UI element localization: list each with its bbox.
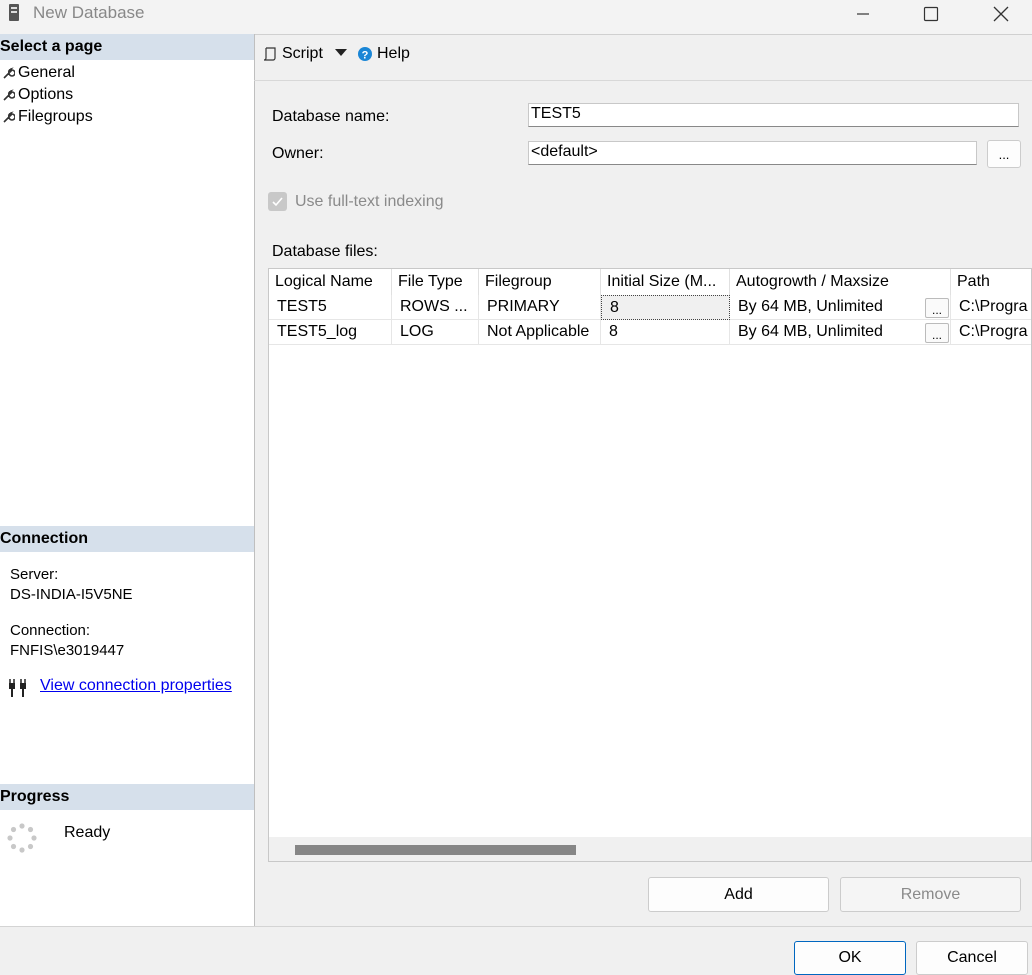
- page-filegroups[interactable]: Filegroups: [0, 106, 93, 128]
- database-name-input[interactable]: TEST5: [528, 103, 1019, 127]
- cell-filegroup[interactable]: Not Applicable: [479, 320, 601, 345]
- owner-label: Owner:: [272, 145, 324, 162]
- page-filegroups-label: Filegroups: [18, 108, 93, 125]
- remove-button[interactable]: Remove: [840, 877, 1021, 912]
- horizontal-scrollbar[interactable]: [269, 837, 1031, 861]
- autogrowth-browse-button[interactable]: ...: [925, 298, 949, 318]
- script-label: Script: [282, 45, 323, 62]
- page-general[interactable]: General: [0, 62, 75, 84]
- column-header-initial-size[interactable]: Initial Size (M...: [601, 269, 730, 295]
- help-button[interactable]: ? Help: [357, 42, 410, 66]
- database-name-label: Database name:: [272, 108, 390, 125]
- database-files-grid: Logical Name File Type Filegroup Initial…: [268, 268, 1032, 862]
- cell-autogrowth[interactable]: By 64 MB, Unlimited: [730, 320, 951, 345]
- database-files-label: Database files:: [272, 243, 378, 260]
- column-header-filegroup[interactable]: Filegroup: [479, 269, 601, 295]
- server-value: DS-INDIA-I5V5NE: [10, 586, 133, 603]
- add-button[interactable]: Add: [648, 877, 829, 912]
- wrench-icon: [0, 87, 18, 103]
- scrollbar-thumb[interactable]: [295, 845, 576, 855]
- svg-text:?: ?: [362, 50, 369, 62]
- column-header-autogrowth[interactable]: Autogrowth / Maxsize: [730, 269, 951, 295]
- fulltext-checkbox[interactable]: [268, 192, 287, 211]
- minimize-icon: [857, 13, 869, 15]
- column-header-file-type[interactable]: File Type: [392, 269, 479, 295]
- cell-autogrowth[interactable]: By 64 MB, Unlimited: [730, 295, 951, 320]
- progress-spinner-icon: [7, 823, 37, 853]
- cell-path[interactable]: C:\Progra: [951, 295, 1031, 320]
- connection-header: Connection: [0, 526, 254, 552]
- column-header-logical-name[interactable]: Logical Name: [269, 269, 392, 295]
- database-icon: [9, 4, 19, 21]
- owner-browse-button[interactable]: ...: [987, 140, 1021, 168]
- page-options-label: Options: [18, 86, 74, 103]
- progress-status: Ready: [64, 824, 111, 841]
- cell-logical-name[interactable]: TEST5_log: [269, 320, 392, 345]
- maximize-icon: [923, 6, 939, 22]
- cell-file-type[interactable]: LOG: [392, 320, 479, 345]
- script-dropdown-icon[interactable]: [334, 48, 348, 58]
- cell-filegroup[interactable]: PRIMARY: [479, 295, 601, 320]
- help-label: Help: [377, 45, 410, 62]
- title-bar: New Database: [0, 0, 1032, 35]
- footer-divider: [0, 926, 1032, 927]
- cell-initial-size[interactable]: 8: [601, 320, 730, 345]
- server-label: Server:: [10, 566, 59, 583]
- fulltext-label: Use full-text indexing: [295, 193, 444, 210]
- window-title: New Database: [33, 3, 145, 22]
- view-connection-properties-link[interactable]: View connection properties: [40, 677, 232, 695]
- cell-file-type[interactable]: ROWS ...: [392, 295, 479, 320]
- connection-label: Connection:: [10, 622, 91, 639]
- close-button[interactable]: [978, 0, 1024, 28]
- cell-path[interactable]: C:\Progra: [951, 320, 1031, 345]
- owner-input[interactable]: <default>: [528, 141, 977, 165]
- page-general-label: General: [18, 64, 75, 81]
- cell-initial-size[interactable]: 8: [601, 295, 730, 320]
- connection-value: FNFIS\e3019447: [10, 642, 125, 659]
- script-button[interactable]: Script: [262, 42, 323, 66]
- checkmark-icon: [272, 197, 283, 207]
- wrench-icon: [0, 65, 18, 81]
- column-header-path[interactable]: Path: [951, 269, 1031, 295]
- table-row[interactable]: TEST5_log LOG Not Applicable 8 By 64 MB,…: [269, 320, 1031, 345]
- wrench-icon: [0, 109, 18, 125]
- script-icon: [263, 47, 276, 61]
- page-options[interactable]: Options: [0, 84, 73, 106]
- connection-properties-icon: [9, 679, 26, 697]
- close-icon: [993, 6, 1009, 22]
- cell-logical-name[interactable]: TEST5: [269, 295, 392, 320]
- maximize-button[interactable]: [908, 0, 954, 28]
- toolbar-divider: [254, 80, 1032, 81]
- minimize-button[interactable]: [840, 0, 886, 28]
- autogrowth-browse-button[interactable]: ...: [925, 323, 949, 343]
- ok-button[interactable]: OK: [794, 941, 906, 975]
- help-icon: ?: [358, 47, 372, 62]
- table-row[interactable]: TEST5 ROWS ... PRIMARY 8 By 64 MB, Unlim…: [269, 295, 1031, 320]
- cancel-button[interactable]: Cancel: [916, 941, 1028, 975]
- progress-header: Progress: [0, 784, 254, 810]
- select-page-header: Select a page: [0, 34, 254, 60]
- left-panel: Select a page General Options Filegroups…: [0, 34, 255, 926]
